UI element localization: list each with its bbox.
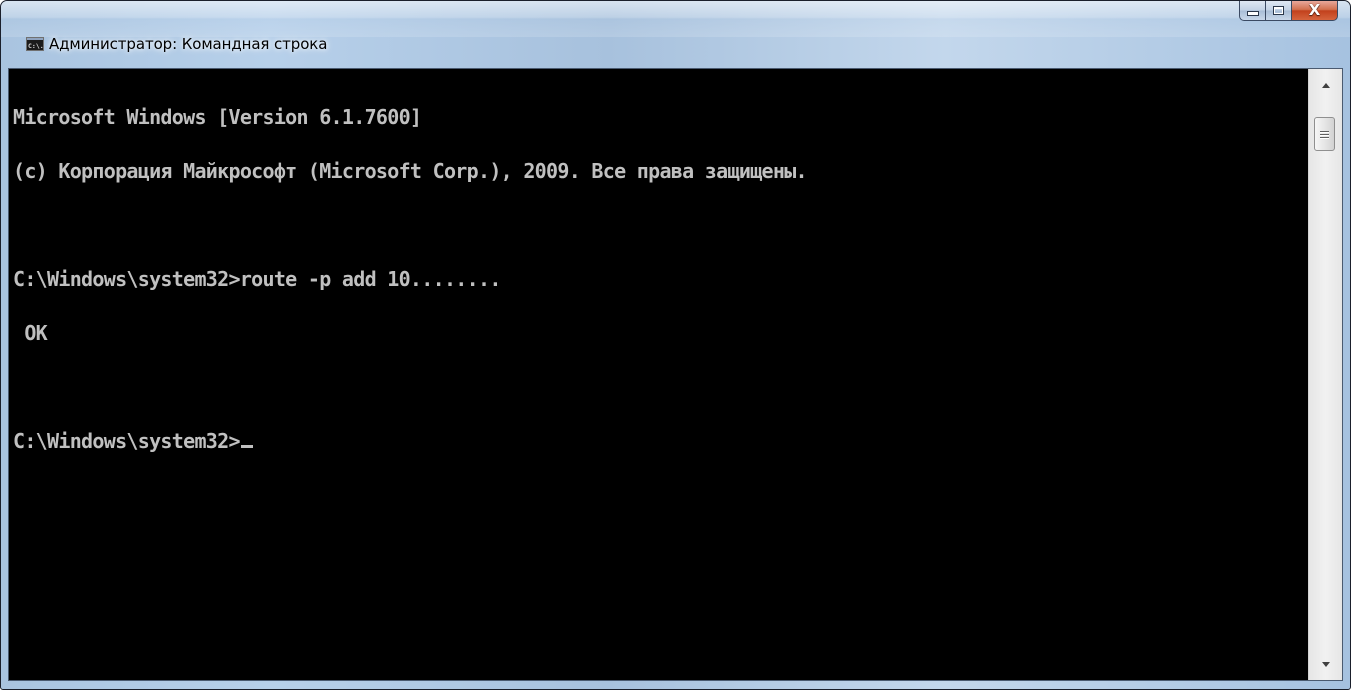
caption-buttons: X (1239, 1, 1338, 21)
console-line-copyright: (c) Корпорация Майкрософт (Microsoft Cor… (13, 159, 808, 183)
text-cursor (240, 445, 253, 448)
scroll-down-arrow-icon (1321, 661, 1330, 667)
command-prompt-window: C:\. Администратор: Командная строка X M… (0, 0, 1351, 690)
console-line-route-command: C:\Windows\system32>route -p add 10.....… (13, 267, 501, 291)
thumb-grip-icon (1320, 130, 1329, 132)
console-area[interactable]: Microsoft Windows [Version 6.1.7600] (c)… (8, 68, 1343, 681)
console-prompt-line[interactable]: C:\Windows\system32> (13, 429, 1302, 453)
minimize-icon (1246, 11, 1259, 16)
console-output[interactable]: Microsoft Windows [Version 6.1.7600] (c)… (13, 72, 1302, 680)
scroll-up-arrow-icon (1321, 82, 1330, 88)
title-bar[interactable] (1, 1, 1350, 37)
maximize-icon (1273, 6, 1284, 15)
cmd-icon-text: C:\. (28, 42, 44, 50)
console-line-blank-2 (13, 378, 1302, 396)
console-line-ok: OK (13, 321, 48, 345)
thumb-grip-icon (1320, 133, 1329, 135)
window-title: Администратор: Командная строка (49, 35, 328, 53)
maximize-button[interactable] (1266, 1, 1292, 21)
scroll-down-button[interactable] (1309, 648, 1342, 680)
scrollbar-thumb[interactable] (1314, 117, 1335, 151)
console-line-version: Microsoft Windows [Version 6.1.7600] (13, 105, 422, 129)
thumb-grip-icon (1320, 136, 1329, 138)
cmd-icon[interactable]: C:\. (26, 37, 44, 51)
scroll-up-button[interactable] (1309, 69, 1342, 101)
minimize-button[interactable] (1239, 1, 1266, 21)
close-button[interactable]: X (1292, 1, 1338, 21)
console-prompt: C:\Windows\system32> (13, 429, 241, 453)
close-icon: X (1308, 1, 1321, 19)
vertical-scrollbar[interactable] (1308, 69, 1342, 680)
